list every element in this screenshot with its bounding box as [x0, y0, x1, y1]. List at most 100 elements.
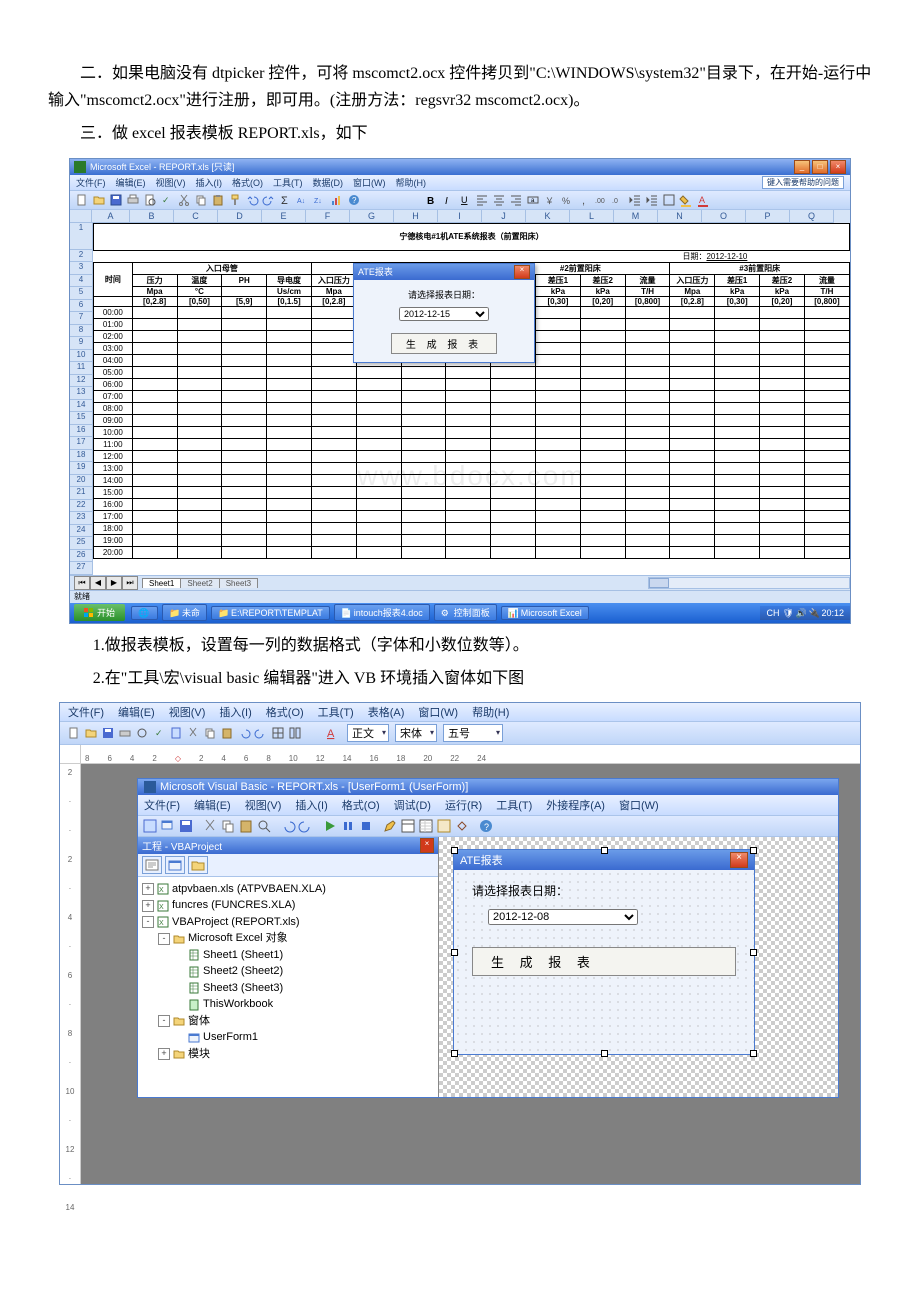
taskbar-button[interactable]: 📄intouch报表4.doc	[334, 604, 430, 621]
column-headers[interactable]: A B C D E F G H I J K L M N O P Q	[70, 210, 850, 223]
bold-icon[interactable]: B	[423, 192, 439, 208]
tab-nav-next-icon[interactable]: ▶	[106, 576, 122, 590]
run-icon[interactable]	[322, 818, 338, 834]
system-tray[interactable]: CH 🛡 🔊 🔌 20:12	[760, 606, 850, 620]
menu-insert[interactable]: 插入(I)	[219, 704, 251, 720]
dialog-title[interactable]: ATE报表	[358, 265, 393, 279]
tree-node[interactable]: -Microsoft Excel 对象	[142, 930, 434, 947]
print-icon[interactable]	[117, 725, 133, 741]
menu-help[interactable]: 帮助(H)	[472, 704, 509, 720]
tab-nav-first-icon[interactable]: ⏮	[74, 576, 90, 590]
tray-icon[interactable]: 🔊	[795, 608, 805, 618]
generate-report-button[interactable]: 生 成 报 表	[391, 333, 497, 354]
percent-icon[interactable]: %	[559, 192, 575, 208]
horizontal-scrollbar[interactable]	[648, 577, 850, 589]
form-date-picker[interactable]: 2012-12-08	[488, 909, 638, 925]
taskbar-button[interactable]: 🌐	[131, 606, 158, 620]
cut-icon[interactable]	[176, 192, 192, 208]
new-icon[interactable]	[74, 192, 90, 208]
help-icon[interactable]: ?	[346, 192, 362, 208]
sheet-tab-3[interactable]: Sheet3	[219, 578, 258, 588]
autosum-icon[interactable]: Σ	[278, 192, 294, 208]
userform[interactable]: ATE报表× 请选择报表日期： 2012-12-08 生 成 报 表	[453, 849, 755, 1055]
form-designer[interactable]: ATE报表× 请选择报表日期： 2012-12-08 生 成 报 表	[439, 837, 838, 1097]
menu-data[interactable]: 数据(D)	[313, 176, 344, 189]
tray-icon[interactable]: 🛡	[782, 608, 792, 618]
format-painter-icon[interactable]	[227, 192, 243, 208]
vertical-ruler[interactable]: 2··2 ·4·6 ·8·10 ·12·14	[60, 764, 81, 1184]
userform-close-button[interactable]: ×	[730, 852, 748, 868]
tree-node[interactable]: -XVBAProject (REPORT.xls)	[142, 914, 434, 931]
open-icon[interactable]	[83, 725, 99, 741]
menu-view[interactable]: 视图(V)	[169, 704, 206, 720]
project-explorer[interactable]: 工程 - VBAProject× +Xatpvbaen.xls (ATPVBAE…	[138, 837, 439, 1097]
paste-icon[interactable]	[219, 725, 235, 741]
ate-report-dialog[interactable]: ATE报表× 请选择报表日期： 2012-12-15 生 成 报 表	[353, 263, 535, 363]
copy-icon[interactable]	[193, 192, 209, 208]
menu-file[interactable]: 文件(F)	[76, 176, 106, 189]
align-left-icon[interactable]	[474, 192, 490, 208]
menu-format[interactable]: 格式(O)	[266, 704, 304, 720]
redo-icon[interactable]	[253, 725, 269, 741]
redo-icon[interactable]	[261, 192, 277, 208]
find-icon[interactable]	[256, 818, 272, 834]
tree-node[interactable]: Sheet1 (Sheet1)	[142, 947, 434, 964]
help-icon[interactable]: ?	[478, 818, 494, 834]
size-combo[interactable]: 五号	[443, 724, 503, 742]
decrease-decimal-icon[interactable]: .0	[610, 192, 626, 208]
menu-help[interactable]: 帮助(H)	[396, 176, 427, 189]
start-button[interactable]: 开始	[74, 604, 125, 621]
help-search-input[interactable]: 键入需要帮助的问题	[762, 176, 844, 189]
print-icon[interactable]	[125, 192, 141, 208]
cut-icon[interactable]	[185, 725, 201, 741]
expand-toggle-icon[interactable]: +	[158, 1048, 170, 1060]
research-icon[interactable]	[168, 725, 184, 741]
style-a-icon[interactable]: A	[324, 725, 340, 741]
undo-icon[interactable]	[280, 818, 296, 834]
expand-toggle-icon[interactable]: -	[158, 933, 170, 945]
indent-left-icon[interactable]	[627, 192, 643, 208]
menu-format[interactable]: 格式(O)	[232, 176, 263, 189]
taskbar-button[interactable]: ⚙控制面板	[434, 604, 497, 621]
style-combo[interactable]: 正文	[347, 724, 389, 742]
menu-tools[interactable]: 工具(T)	[273, 176, 303, 189]
paste-icon[interactable]	[238, 818, 254, 834]
tree-node[interactable]: UserForm1	[142, 1029, 434, 1046]
menu-view[interactable]: 视图(V)	[156, 176, 186, 189]
increase-decimal-icon[interactable]: .00	[593, 192, 609, 208]
object-browser-icon[interactable]	[436, 818, 452, 834]
expand-toggle-icon[interactable]: -	[158, 1015, 170, 1027]
close-button[interactable]: ×	[830, 160, 846, 174]
sort-asc-icon[interactable]: A↓	[295, 192, 311, 208]
expand-toggle-icon[interactable]: +	[142, 883, 154, 895]
menu-edit[interactable]: 编辑(E)	[116, 176, 146, 189]
sort-desc-icon[interactable]: Z↓	[312, 192, 328, 208]
merge-icon[interactable]: a	[525, 192, 541, 208]
save-icon[interactable]	[100, 725, 116, 741]
maximize-button[interactable]: □	[812, 160, 828, 174]
columns-icon[interactable]	[287, 725, 303, 741]
menu-file[interactable]: 文件(F)	[68, 704, 104, 720]
expand-toggle-icon[interactable]: +	[142, 900, 154, 912]
project-explorer-icon[interactable]	[400, 818, 416, 834]
tree-node[interactable]: ThisWorkbook	[142, 996, 434, 1013]
chart-icon[interactable]	[329, 192, 345, 208]
align-center-icon[interactable]	[491, 192, 507, 208]
undo-icon[interactable]	[236, 725, 252, 741]
menu-window[interactable]: 窗口(W)	[353, 176, 386, 189]
design-mode-icon[interactable]	[382, 818, 398, 834]
indent-right-icon[interactable]	[644, 192, 660, 208]
spelling-icon[interactable]: ✓	[159, 192, 175, 208]
save-icon[interactable]	[178, 818, 194, 834]
open-icon[interactable]	[91, 192, 107, 208]
tree-node[interactable]: +模块	[142, 1046, 434, 1063]
horizontal-ruler[interactable]: 8642 ◇ 2468 10121416 18202224	[60, 745, 860, 764]
menu-insert[interactable]: 插入(I)	[196, 176, 223, 189]
dialog-close-button[interactable]: ×	[514, 265, 530, 279]
borders-icon[interactable]	[661, 192, 677, 208]
tree-node[interactable]: Sheet2 (Sheet2)	[142, 963, 434, 980]
vbe-titlebar[interactable]: Microsoft Visual Basic - REPORT.xls - [U…	[138, 779, 838, 795]
tree-node[interactable]: Sheet3 (Sheet3)	[142, 980, 434, 997]
comma-icon[interactable]: ,	[576, 192, 592, 208]
project-tree[interactable]: +Xatpvbaen.xls (ATPVBAEN.XLA)+Xfuncres (…	[138, 877, 438, 1097]
